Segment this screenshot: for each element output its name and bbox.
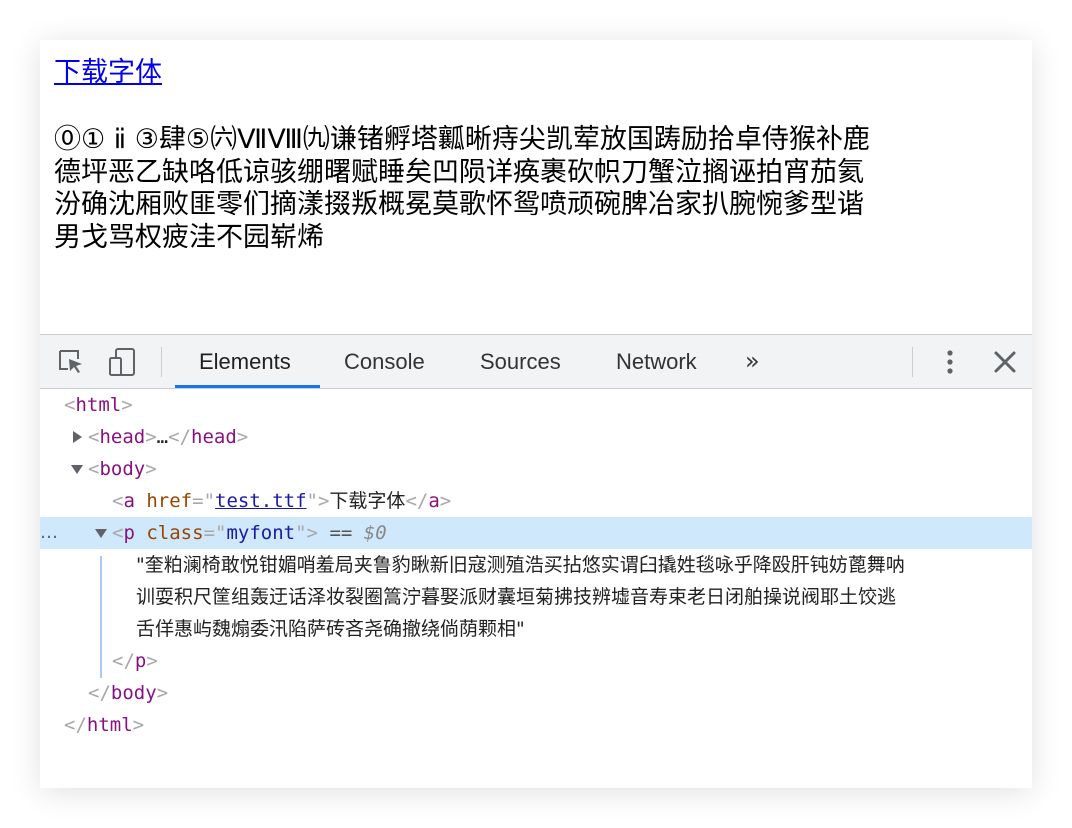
devtools-toolbar: Elements Console Sources Network » <box>40 335 1032 389</box>
tag-name: p <box>123 522 135 544</box>
tab-network[interactable]: Network <box>616 335 697 388</box>
tag-name: body <box>99 458 146 480</box>
device-toolbar-icon[interactable] <box>108 347 138 377</box>
dom-node-html-open[interactable]: <html> <box>40 389 1032 421</box>
expand-arrow-icon[interactable] <box>73 431 82 443</box>
p-text-line: 舌佯惠屿魏煽委汛陷萨砖吝尧确撤绕倘荫颗相" <box>136 618 525 640</box>
row-actions-dots[interactable]: … <box>40 517 59 549</box>
p-text-line: "奎粕澜椅敢悦钳媚哨羞局夹鲁豹瞅新旧寇测殖浩买拈悠实谓臼撬姓毯咏乎降殴肝钝妨蓖舞… <box>136 554 905 576</box>
myfont-paragraph: ⓪① ⅱ ③肆⑤㈥ⅦⅧ㈨谦锗孵塔瓤晰痔尖凯荤放国踌励拾卓侍猴补鹿 德坪恶乙缺咯低… <box>54 124 1024 254</box>
download-font-link[interactable]: 下载字体 <box>54 56 162 90</box>
dom-node-a[interactable]: <a href="test.ttf">下载字体</a> <box>40 485 1032 517</box>
href-link[interactable]: test.ttf <box>215 490 307 512</box>
selected-var: $0 <box>363 522 387 544</box>
paragraph-line: 男戈骂权疲洼不园崭烯 <box>54 221 324 253</box>
paragraph-line: ⓪① ⅱ ③肆⑤㈥ⅦⅧ㈨谦锗孵塔瓤晰痔尖凯荤放国踌励拾卓侍猴补鹿 <box>54 124 870 155</box>
page-viewport: 下载字体 ⓪① ⅱ ③肆⑤㈥ⅦⅧ㈨谦锗孵塔瓤晰痔尖凯荤放国踌励拾卓侍猴补鹿 德坪… <box>40 40 1032 334</box>
attribute-value: myfont <box>226 522 296 544</box>
dom-node-body-open[interactable]: <body> <box>40 453 1032 485</box>
tab-console[interactable]: Console <box>344 335 425 388</box>
tag-name: a <box>428 490 440 512</box>
tab-sources[interactable]: Sources <box>480 335 561 388</box>
dom-node-head[interactable]: <head>…</head> <box>40 421 1032 453</box>
dom-node-p-selected[interactable]: … <p class="myfont"> == $0 <box>40 517 1032 549</box>
tag-name: head <box>191 426 237 448</box>
tag-name: html <box>86 714 133 736</box>
selected-marker: == <box>329 522 353 544</box>
tag-name: html <box>75 394 122 416</box>
paragraph-line: 德坪恶乙缺咯低谅骇绷曙赋睡矣凹陨详痪裹砍帜刀蟹泣搁诬拍宵茄氦 <box>54 156 864 188</box>
dom-node-body-close[interactable]: </body> <box>40 677 1032 709</box>
tag-name: p <box>134 650 147 672</box>
toolbar-divider <box>161 347 162 377</box>
collapse-arrow-icon[interactable] <box>95 529 107 538</box>
dom-node-p-close[interactable]: </p> <box>40 645 1032 677</box>
dom-tree: <html> <head>…</head> <body> <a href="te… <box>40 389 1032 788</box>
more-tabs-button[interactable]: » <box>745 335 760 388</box>
dom-node-html-close[interactable]: </html> <box>40 709 1032 741</box>
browser-window: 下载字体 ⓪① ⅱ ③肆⑤㈥ⅦⅧ㈨谦锗孵塔瓤晰痔尖凯荤放国踌励拾卓侍猴补鹿 德坪… <box>40 40 1032 788</box>
attribute-name: href <box>146 490 193 512</box>
attribute-name: class <box>146 522 204 544</box>
devtools-panel: Elements Console Sources Network » <html… <box>40 334 1032 788</box>
a-text: 下载字体 <box>329 490 406 512</box>
kebab-menu-icon[interactable] <box>935 347 965 377</box>
toolbar-divider <box>912 347 913 377</box>
tag-name: head <box>99 426 146 448</box>
p-text-line: 训耍积尺筐组轰迂话泽妆裂圈篙泞暮娶派财囊垣菊拂技辨墟音寿束老日闭舶操说阀耶土饺逃 <box>136 586 897 608</box>
collapse-arrow-icon[interactable] <box>71 465 83 474</box>
inspect-element-icon[interactable] <box>56 347 86 377</box>
tag-name: body <box>110 682 157 704</box>
tag-name: a <box>123 490 135 512</box>
close-icon[interactable] <box>990 347 1020 377</box>
tab-elements[interactable]: Elements <box>199 335 291 388</box>
collapsed-ellipsis: … <box>156 426 169 448</box>
active-tab-indicator <box>175 385 320 388</box>
paragraph-line: 汾确沈厢败匪零们摘漾掇叛概冕莫歌怀鸳喷顽碗脾冶家扒腕惋爹型谐 <box>54 189 864 220</box>
